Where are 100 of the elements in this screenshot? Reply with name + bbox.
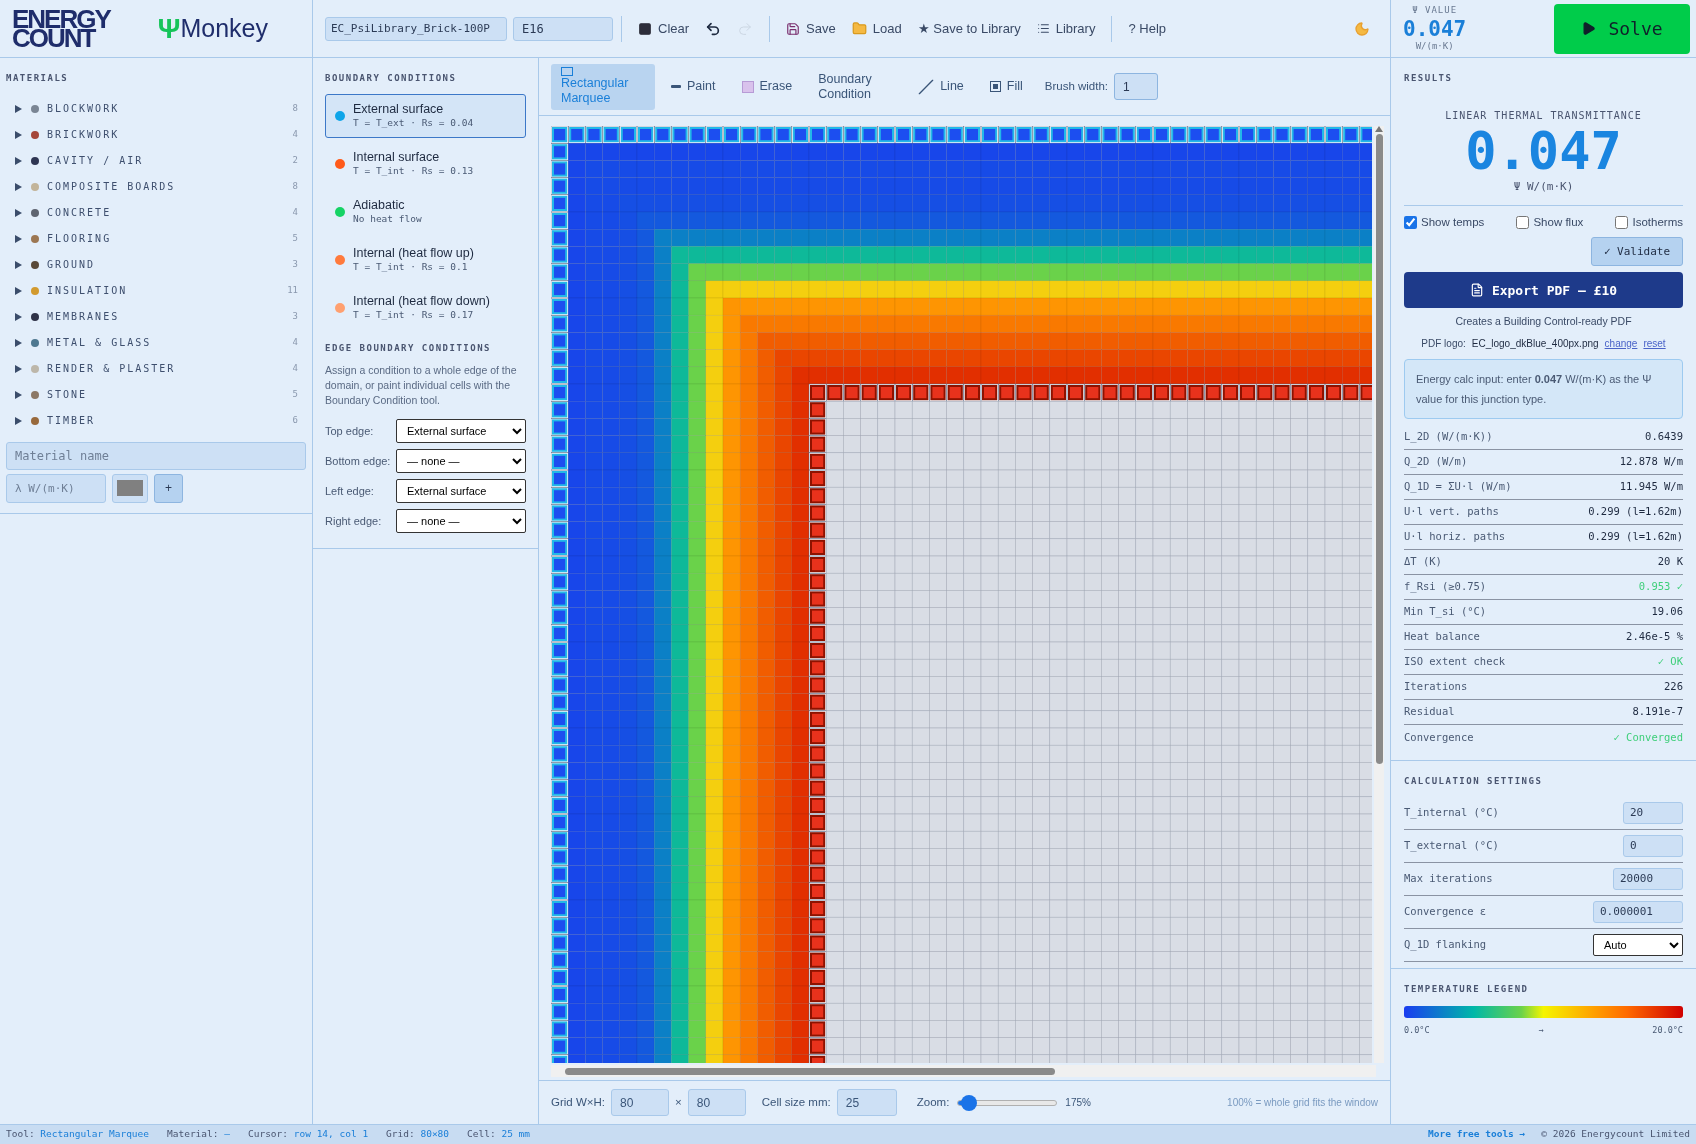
- caret-icon[interactable]: [14, 311, 23, 322]
- caret-icon[interactable]: [14, 233, 23, 244]
- material-group[interactable]: COMPOSITE BOARDS: [47, 179, 285, 194]
- zoom-hint: 100% = whole grid fits the window: [1227, 1096, 1378, 1110]
- toggle-checkbox[interactable]: [1615, 216, 1629, 230]
- zoom-reading: 175%: [1065, 1096, 1091, 1110]
- fill-icon: [989, 81, 1001, 92]
- toolbar-button[interactable]: Clear: [630, 14, 698, 43]
- caret-icon[interactable]: [14, 259, 23, 270]
- boundary-option[interactable]: Internal surface T = T_int · Rs = 0.13: [325, 141, 526, 186]
- add-material-button[interactable]: +: [154, 473, 183, 503]
- tool-tab[interactable]: Paint: [661, 63, 726, 110]
- toolbar-button[interactable]: ? Help: [1120, 14, 1174, 43]
- caret-icon[interactable]: [14, 285, 23, 296]
- toggle-checkbox[interactable]: [1404, 216, 1417, 230]
- rectangle-icon: [561, 67, 573, 76]
- setting-select[interactable]: Auto: [1593, 933, 1683, 956]
- thermal-grid-drawing[interactable]: [551, 126, 1373, 1063]
- edge-label: Right edge:: [325, 513, 382, 529]
- horizontal-scrollbar[interactable]: [551, 1065, 1376, 1077]
- tool-tab[interactable]: Boundary Condition: [808, 63, 903, 110]
- section-title: EDGE BOUNDARY CONDITIONS: [325, 341, 493, 355]
- material-group[interactable]: FLOORING: [47, 231, 285, 246]
- conductivity-field[interactable]: λ W/(m·K): [6, 473, 106, 503]
- caret-icon[interactable]: [14, 363, 23, 374]
- grid-height-field[interactable]: 80: [687, 1089, 746, 1116]
- item-count: 2: [292, 153, 298, 167]
- grid-width-field[interactable]: 80: [611, 1089, 669, 1116]
- play-icon: [1581, 21, 1597, 36]
- slider-thumb[interactable]: [960, 1094, 977, 1111]
- validate-button[interactable]: ✓ Validate: [1591, 237, 1683, 267]
- caret-icon[interactable]: [14, 181, 23, 192]
- logo-label: PDF logo:: [1421, 337, 1466, 351]
- material-group[interactable]: METAL & GLASS: [47, 335, 285, 350]
- brush-width-field[interactable]: 1: [1114, 73, 1159, 100]
- material-group[interactable]: INSULATION: [47, 283, 280, 298]
- material-group[interactable]: TIMBER: [47, 413, 285, 428]
- toolbar-button[interactable]: Save: [778, 14, 844, 43]
- logo-link[interactable]: reset: [1643, 336, 1666, 351]
- material-group[interactable]: CONCRETE: [47, 205, 285, 220]
- headline-unit: Ψ W/(m·K): [1513, 178, 1574, 195]
- toggle-checkbox[interactable]: [1516, 216, 1530, 230]
- boundary-option[interactable]: External surface T = T_ext · Rs = 0.04: [325, 93, 526, 138]
- tool-tab[interactable]: Erase: [731, 63, 803, 110]
- setting-field[interactable]: 20000: [1613, 867, 1683, 890]
- setting-field[interactable]: 20: [1623, 801, 1683, 824]
- eraser-icon: [741, 80, 754, 93]
- caret-icon[interactable]: [14, 103, 23, 114]
- caret-icon[interactable]: [14, 389, 23, 400]
- caret-icon[interactable]: [14, 337, 23, 348]
- boundary-option[interactable]: Adiabatic No heat flow: [325, 189, 526, 234]
- material-group[interactable]: GROUND: [47, 257, 285, 272]
- edge-select[interactable]: External surface: [396, 479, 526, 503]
- material-group[interactable]: RENDER & PLASTER: [47, 361, 285, 376]
- tool-tab[interactable]: Line: [908, 63, 974, 110]
- tool-tab[interactable]: Fill: [979, 63, 1033, 110]
- result-value: 0.299 (l=1.62m): [1588, 504, 1683, 520]
- toolbar-button[interactable]: Load: [843, 14, 910, 43]
- app-name: Monkey: [180, 12, 268, 44]
- toggle-label: Isotherms: [1632, 215, 1683, 230]
- material-group[interactable]: BRICKWORK: [47, 127, 285, 142]
- filename-field[interactable]: EC_PsiLibrary_Brick-100P: [325, 16, 507, 41]
- caret-icon[interactable]: [14, 155, 23, 166]
- boundary-option[interactable]: Internal (heat flow up) T = T_int · Rs = 0.1: [325, 237, 526, 282]
- toolbar-button[interactable]: Library: [1028, 14, 1104, 43]
- toolbar-button[interactable]: ★ Save to Library: [909, 14, 1029, 43]
- caret-icon[interactable]: [14, 415, 23, 426]
- result-label: ΔT (K): [1404, 554, 1442, 570]
- cell-size-field[interactable]: 25: [836, 1089, 897, 1116]
- edge-select[interactable]: — none —: [396, 449, 526, 473]
- setting-field[interactable]: 0: [1623, 834, 1683, 857]
- material-group[interactable]: MEMBRANES: [47, 309, 285, 324]
- setting-field[interactable]: 0.000001: [1593, 900, 1683, 923]
- solve-button[interactable]: Solve: [1554, 3, 1690, 54]
- material-group[interactable]: CAVITY / AIR: [47, 153, 285, 168]
- material-name-field[interactable]: Material name: [6, 441, 306, 470]
- logo-link[interactable]: change: [1604, 336, 1638, 351]
- material-group[interactable]: BLOCKWORK: [47, 101, 285, 116]
- option-name: Internal (heat flow down): [353, 293, 490, 308]
- setting-label: T_external (°C): [1404, 837, 1499, 854]
- color-picker[interactable]: [112, 473, 148, 503]
- section-title: RESULTS: [1404, 72, 1454, 85]
- vertical-scrollbar[interactable]: [1374, 126, 1384, 1063]
- caret-icon[interactable]: [14, 129, 23, 140]
- item-count: 4: [292, 127, 298, 141]
- material-group[interactable]: STONE: [47, 387, 285, 402]
- edge-select[interactable]: External surface: [396, 419, 526, 443]
- export-pdf-button[interactable]: Export PDF — £10: [1404, 272, 1683, 309]
- result-label: Iterations: [1404, 679, 1468, 695]
- info-box: Energy calc input: enter 0.047 W/(m·K) as the Ψ value for this junction type.: [1404, 359, 1683, 419]
- setting-label: Q_1D flanking: [1404, 936, 1487, 953]
- toggle-label: Show temps: [1421, 215, 1485, 230]
- boundary-option[interactable]: Internal (heat flow down) T = T_int · Rs = 0.17: [325, 285, 526, 330]
- psi-value-label: Ψ VALUE: [1412, 4, 1458, 17]
- result-label: Residual: [1404, 704, 1455, 720]
- edge-select[interactable]: — none —: [396, 509, 526, 533]
- scroll-up-arrow-icon[interactable]: [1375, 126, 1383, 132]
- caret-icon[interactable]: [14, 207, 23, 218]
- floppy-icon: [786, 21, 801, 36]
- junction-field[interactable]: E16: [513, 16, 613, 41]
